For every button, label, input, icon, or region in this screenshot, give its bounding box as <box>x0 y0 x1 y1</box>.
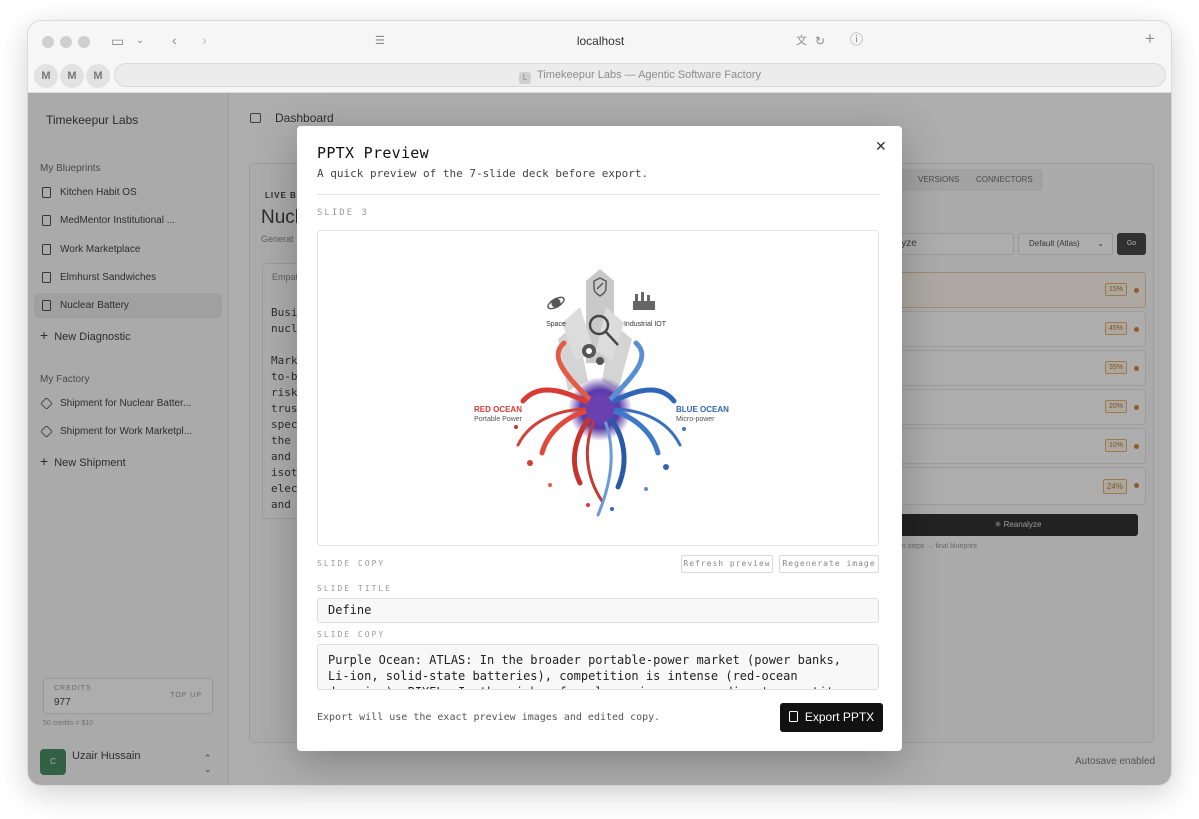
slide-illustration: RED OCEAN Portable Power BLUE OCEAN Micr… <box>474 269 729 517</box>
pptx-preview-modal: PPTX Preview A quick preview of the 7-sl… <box>297 126 902 751</box>
new-tab-icon[interactable]: + <box>1145 30 1155 47</box>
pinned-tab-1[interactable]: M <box>34 64 58 88</box>
divider <box>317 194 879 195</box>
close-window-button[interactable] <box>42 36 54 48</box>
slide-number-label: SLIDE 3 <box>317 208 369 218</box>
reload-icon[interactable]: ↻ <box>815 33 825 49</box>
slide-title-label: SLIDE TITLE <box>317 584 392 593</box>
slide-copy-textarea[interactable]: Purple Ocean: ATLAS: In the broader port… <box>317 644 879 690</box>
slide-copy-label: SLIDE COPY <box>317 559 386 568</box>
factory-icon <box>633 292 655 310</box>
info-icon[interactable]: ⓘ <box>850 32 863 48</box>
translate-icon[interactable]: 文 <box>796 33 807 49</box>
slide-preview-image: RED OCEAN Portable Power BLUE OCEAN Micr… <box>317 230 879 546</box>
pinned-tab-2[interactable]: M <box>60 64 84 88</box>
tab-favicon: L <box>519 72 531 84</box>
modal-subtitle: A quick preview of the 7-slide deck befo… <box>317 167 649 180</box>
modal-title: PPTX Preview <box>317 144 429 162</box>
address-bar[interactable]: localhost <box>508 34 693 48</box>
close-icon[interactable]: ✕ <box>875 138 887 155</box>
sidebar-toggle-icon[interactable]: ▭ <box>111 33 124 49</box>
page-settings-icon[interactable]: ☰ <box>375 33 385 49</box>
tab-title: Timekeepur Labs — Agentic Software Facto… <box>537 69 761 81</box>
pinned-tab-3[interactable]: M <box>86 64 110 88</box>
export-pptx-button[interactable]: Export PPTX <box>780 703 883 732</box>
blue-ocean-title: BLUE OCEAN <box>676 405 729 414</box>
space-label: Space <box>546 321 566 328</box>
back-icon[interactable]: ‹ <box>172 32 177 48</box>
red-swirl <box>516 340 604 503</box>
slide-title-input[interactable]: Define <box>317 598 879 623</box>
chevron-down-icon[interactable]: ⌄ <box>136 33 144 49</box>
red-ocean-title: RED OCEAN <box>474 405 522 414</box>
document-icon <box>788 711 798 722</box>
pillar-shapes <box>558 269 632 391</box>
industrial-iot-label: Industrial IOT <box>624 321 667 328</box>
browser-titlebar: ▭ ⌄ ‹ › ☰ localhost 文 ↻ ⓘ + M M M L Timek… <box>28 21 1171 93</box>
blue-ocean-subtitle: Micro-power <box>676 416 715 423</box>
refresh-preview-button[interactable]: Refresh preview <box>681 555 773 573</box>
regenerate-image-button[interactable]: Regenerate image <box>779 555 879 573</box>
active-tab[interactable]: L Timekeepur Labs — Agentic Software Fact… <box>114 63 1166 87</box>
forward-icon[interactable]: › <box>202 32 207 48</box>
red-ocean-subtitle: Portable Power <box>474 416 523 423</box>
slide-copy-field-label: SLIDE COPY <box>317 630 386 639</box>
zoom-window-button[interactable] <box>78 36 90 48</box>
satellite-icon <box>547 296 565 310</box>
minimize-window-button[interactable] <box>60 36 72 48</box>
export-note: Export will use the exact preview images… <box>317 712 661 723</box>
